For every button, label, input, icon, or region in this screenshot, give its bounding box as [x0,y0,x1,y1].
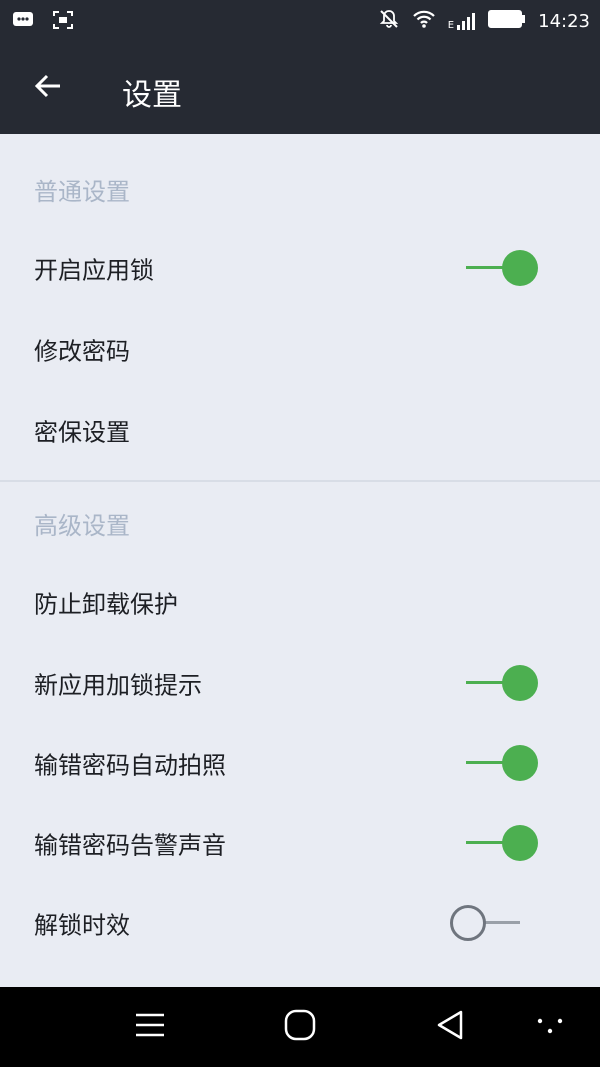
setting-label: 新应用加锁提示 [34,671,202,700]
setting-row-security-question[interactable]: 密保设置 [0,390,600,470]
status-left-icons [12,10,74,34]
setting-row-change-password[interactable]: 修改密码 [0,309,600,389]
setting-label: 修改密码 [34,337,130,366]
toggle-knob [502,825,538,861]
wrong-password-photo-toggle[interactable] [450,745,540,781]
screenshot-icon [52,10,74,34]
back-arrow-icon [33,71,63,105]
home-button[interactable] [276,1003,324,1051]
toggle-knob [502,665,538,701]
setting-label: 防止卸载保护 [34,590,178,619]
new-app-lock-hint-toggle[interactable] [450,665,540,701]
toggle-knob [502,250,538,286]
message-icon [12,11,34,33]
network-type-label: E [447,20,455,31]
dots-icon [536,1015,564,1039]
menu-icon [134,1011,166,1043]
more-button[interactable] [526,1003,574,1051]
setting-row-uninstall-protection[interactable]: 防止卸载保护 [0,562,600,642]
app-lock-toggle[interactable] [450,250,540,286]
wrong-password-alarm-toggle[interactable] [450,825,540,861]
battery-icon [488,10,526,32]
toggle-knob [502,745,538,781]
back-button[interactable] [24,64,72,112]
setting-label: 开启应用锁 [34,256,154,285]
app-bar: 设置 [0,42,600,134]
status-bar: E 14:23 [0,0,600,42]
home-icon [283,1008,317,1046]
setting-row-enable-app-lock[interactable]: 开启应用锁 [0,228,600,308]
setting-label: 密保设置 [34,418,130,447]
status-right-icons: E 14:23 [378,8,590,34]
back-triangle-icon [435,1009,465,1045]
notifications-off-icon [378,8,400,34]
toggle-knob [450,905,486,941]
signal-icon: E [448,11,476,31]
status-time: 14:23 [538,10,590,32]
section-divider [0,480,600,482]
setting-row-wrong-password-photo[interactable]: 输错密码自动拍照 [0,723,600,803]
setting-label: 输错密码告警声音 [34,831,226,860]
menu-button[interactable] [126,1003,174,1051]
setting-row-unlock-duration[interactable]: 解锁时效 [0,883,600,963]
nav-back-button[interactable] [426,1003,474,1051]
settings-content: 普通设置 开启应用锁 修改密码 密保设置 高级设置 防止卸载保护 新应用加锁提示… [0,134,600,987]
setting-row-wrong-password-alarm[interactable]: 输错密码告警声音 [0,803,600,883]
setting-row-new-app-lock-hint[interactable]: 新应用加锁提示 [0,643,600,723]
page-title: 设置 [122,78,182,113]
system-nav-bar [0,987,600,1067]
wifi-icon [412,9,436,33]
section-header-advanced: 高级设置 [34,512,130,540]
section-header-general: 普通设置 [34,178,130,206]
setting-label: 输错密码自动拍照 [34,751,226,780]
setting-label: 解锁时效 [34,911,130,940]
unlock-duration-toggle[interactable] [450,905,540,941]
